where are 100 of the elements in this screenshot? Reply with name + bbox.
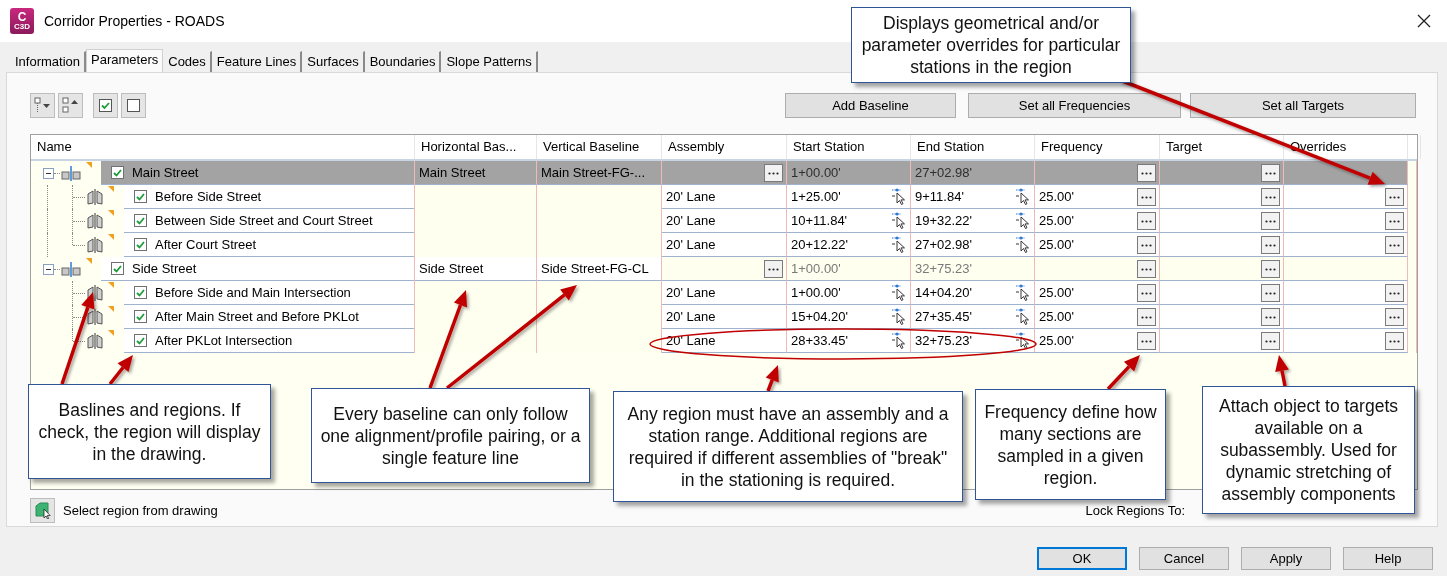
ellipsis-button[interactable] <box>1385 308 1404 326</box>
checkbox[interactable] <box>134 286 147 299</box>
checkbox[interactable] <box>134 190 147 203</box>
dialog-button[interactable]: Apply <box>1241 547 1331 570</box>
checkbox[interactable] <box>111 166 124 179</box>
ellipsis-button[interactable] <box>1137 284 1156 302</box>
pick-cursor-icon[interactable] <box>1015 211 1031 229</box>
ellipsis-button[interactable] <box>1137 236 1156 254</box>
ellipsis-button[interactable] <box>1261 260 1280 278</box>
pointer-arrow <box>1106 355 1140 391</box>
checkbox[interactable] <box>134 214 147 227</box>
table-cell-text: 1+00.00' <box>791 284 841 302</box>
ellipsis-button[interactable] <box>1261 284 1280 302</box>
ellipsis-button[interactable] <box>1385 284 1404 302</box>
pick-cursor-icon[interactable] <box>1015 187 1031 205</box>
uncheck-all-button[interactable] <box>121 93 146 118</box>
checkbox[interactable] <box>134 334 147 347</box>
check-all-button[interactable] <box>93 93 118 118</box>
baseline-row[interactable]: Side Street <box>101 257 414 281</box>
corner-marker-icon <box>86 162 92 168</box>
ellipsis-icon <box>1389 243 1400 247</box>
ellipsis-button[interactable] <box>1137 260 1156 278</box>
table-cell-text: 27+02.98' <box>915 236 973 254</box>
ellipsis-icon <box>1141 339 1152 343</box>
ellipsis-button[interactable] <box>1261 236 1280 254</box>
select-region-label: Select region from drawing <box>63 502 218 518</box>
dialog-button[interactable]: Cancel <box>1139 547 1229 570</box>
ellipsis-button[interactable] <box>764 260 783 278</box>
ellipsis-button[interactable] <box>1261 308 1280 326</box>
ellipsis-icon <box>1141 171 1152 175</box>
collapse-toggle[interactable] <box>43 264 54 275</box>
pick-cursor-icon[interactable] <box>891 211 907 229</box>
pick-cursor-icon[interactable] <box>891 235 907 253</box>
table-cell-text: 32+75.23' <box>915 332 973 350</box>
pick-cursor-icon[interactable] <box>891 187 907 205</box>
pick-cursor-icon[interactable] <box>1015 283 1031 301</box>
checkbox[interactable] <box>134 310 147 323</box>
checkbox[interactable] <box>111 262 124 275</box>
column-header[interactable]: Vertical Baseline <box>537 135 662 159</box>
pick-cursor-icon[interactable] <box>891 283 907 301</box>
cube-cursor-icon <box>33 501 52 519</box>
ellipsis-button[interactable] <box>1137 212 1156 230</box>
ellipsis-button[interactable] <box>1385 236 1404 254</box>
column-header[interactable]: Assembly <box>662 135 787 159</box>
column-header[interactable]: Frequency <box>1035 135 1160 159</box>
collapse-toggle[interactable] <box>43 168 54 179</box>
callout-note: Attach object to targets available on a subassembly. Used for dynamic stretching of assembly components <box>1202 386 1415 514</box>
pick-cursor-icon[interactable] <box>1015 307 1031 325</box>
select-region-button[interactable] <box>30 497 55 523</box>
pick-cursor-icon[interactable] <box>891 307 907 325</box>
pick-cursor-icon[interactable] <box>1015 331 1031 349</box>
tab[interactable]: Parameters <box>86 49 164 72</box>
ellipsis-button[interactable] <box>1385 212 1404 230</box>
ellipsis-button[interactable] <box>1137 308 1156 326</box>
ellipsis-button[interactable] <box>764 164 783 182</box>
ellipsis-button[interactable] <box>1137 332 1156 350</box>
callout-note: Every baseline can only follow one alignment/profile pairing, or a single feature line <box>311 388 590 483</box>
ellipsis-button[interactable] <box>1261 188 1280 206</box>
checkbox[interactable] <box>134 238 147 251</box>
collapse-all-icon <box>62 97 79 114</box>
column-header[interactable]: Name <box>31 135 415 159</box>
ellipsis-button[interactable] <box>1261 164 1280 182</box>
ellipsis-icon <box>1265 219 1276 223</box>
ellipsis-button[interactable] <box>1261 212 1280 230</box>
table-cell-text: 25.00' <box>1039 332 1074 350</box>
baseline-icon <box>61 165 81 181</box>
pick-cursor-icon[interactable] <box>1015 235 1031 253</box>
dialog-button[interactable]: Help <box>1343 547 1433 570</box>
callout-note: Displays geometrical and/or parameter overrides for particular stations in the region <box>851 7 1131 83</box>
pick-cursor-icon[interactable] <box>891 331 907 349</box>
dialog-button[interactable]: OK <box>1037 547 1127 570</box>
column-header[interactable]: Overrides <box>1284 135 1408 159</box>
table-cell-text: 19+32.22' <box>915 212 973 230</box>
expand-all-button[interactable] <box>30 93 55 118</box>
window-title: Corridor Properties - ROADS <box>44 13 225 29</box>
table-cell: 20' Lane <box>662 209 787 233</box>
ellipsis-button[interactable] <box>1137 164 1156 182</box>
table-cell-text: 28+33.45' <box>791 332 849 350</box>
column-header[interactable]: Horizontal Bas... <box>415 135 537 159</box>
column-header[interactable]: Start Station <box>787 135 911 159</box>
table-cell: 20' Lane <box>662 185 787 209</box>
action-button[interactable]: Set all Frequencies <box>968 93 1181 118</box>
corner-marker-icon <box>108 210 114 216</box>
region-name: Before Side and Main Intersection <box>155 285 351 300</box>
table-cell-text: 25.00' <box>1039 236 1074 254</box>
table-cell: Side Street <box>415 257 537 281</box>
ellipsis-button[interactable] <box>1137 188 1156 206</box>
column-header[interactable]: End Station <box>911 135 1035 159</box>
close-icon[interactable] <box>1417 14 1431 28</box>
table-cell: 1+00.00' <box>787 257 911 281</box>
table-cell-text: 1+25.00' <box>791 188 841 206</box>
action-button[interactable]: Add Baseline <box>785 93 956 118</box>
ellipsis-icon <box>1265 195 1276 199</box>
action-button[interactable]: Set all Targets <box>1190 93 1416 118</box>
ellipsis-button[interactable] <box>1385 332 1404 350</box>
baseline-row[interactable]: Main Street <box>101 161 414 185</box>
collapse-all-button[interactable] <box>58 93 83 118</box>
column-header[interactable]: Target <box>1160 135 1284 159</box>
ellipsis-button[interactable] <box>1385 188 1404 206</box>
ellipsis-button[interactable] <box>1261 332 1280 350</box>
